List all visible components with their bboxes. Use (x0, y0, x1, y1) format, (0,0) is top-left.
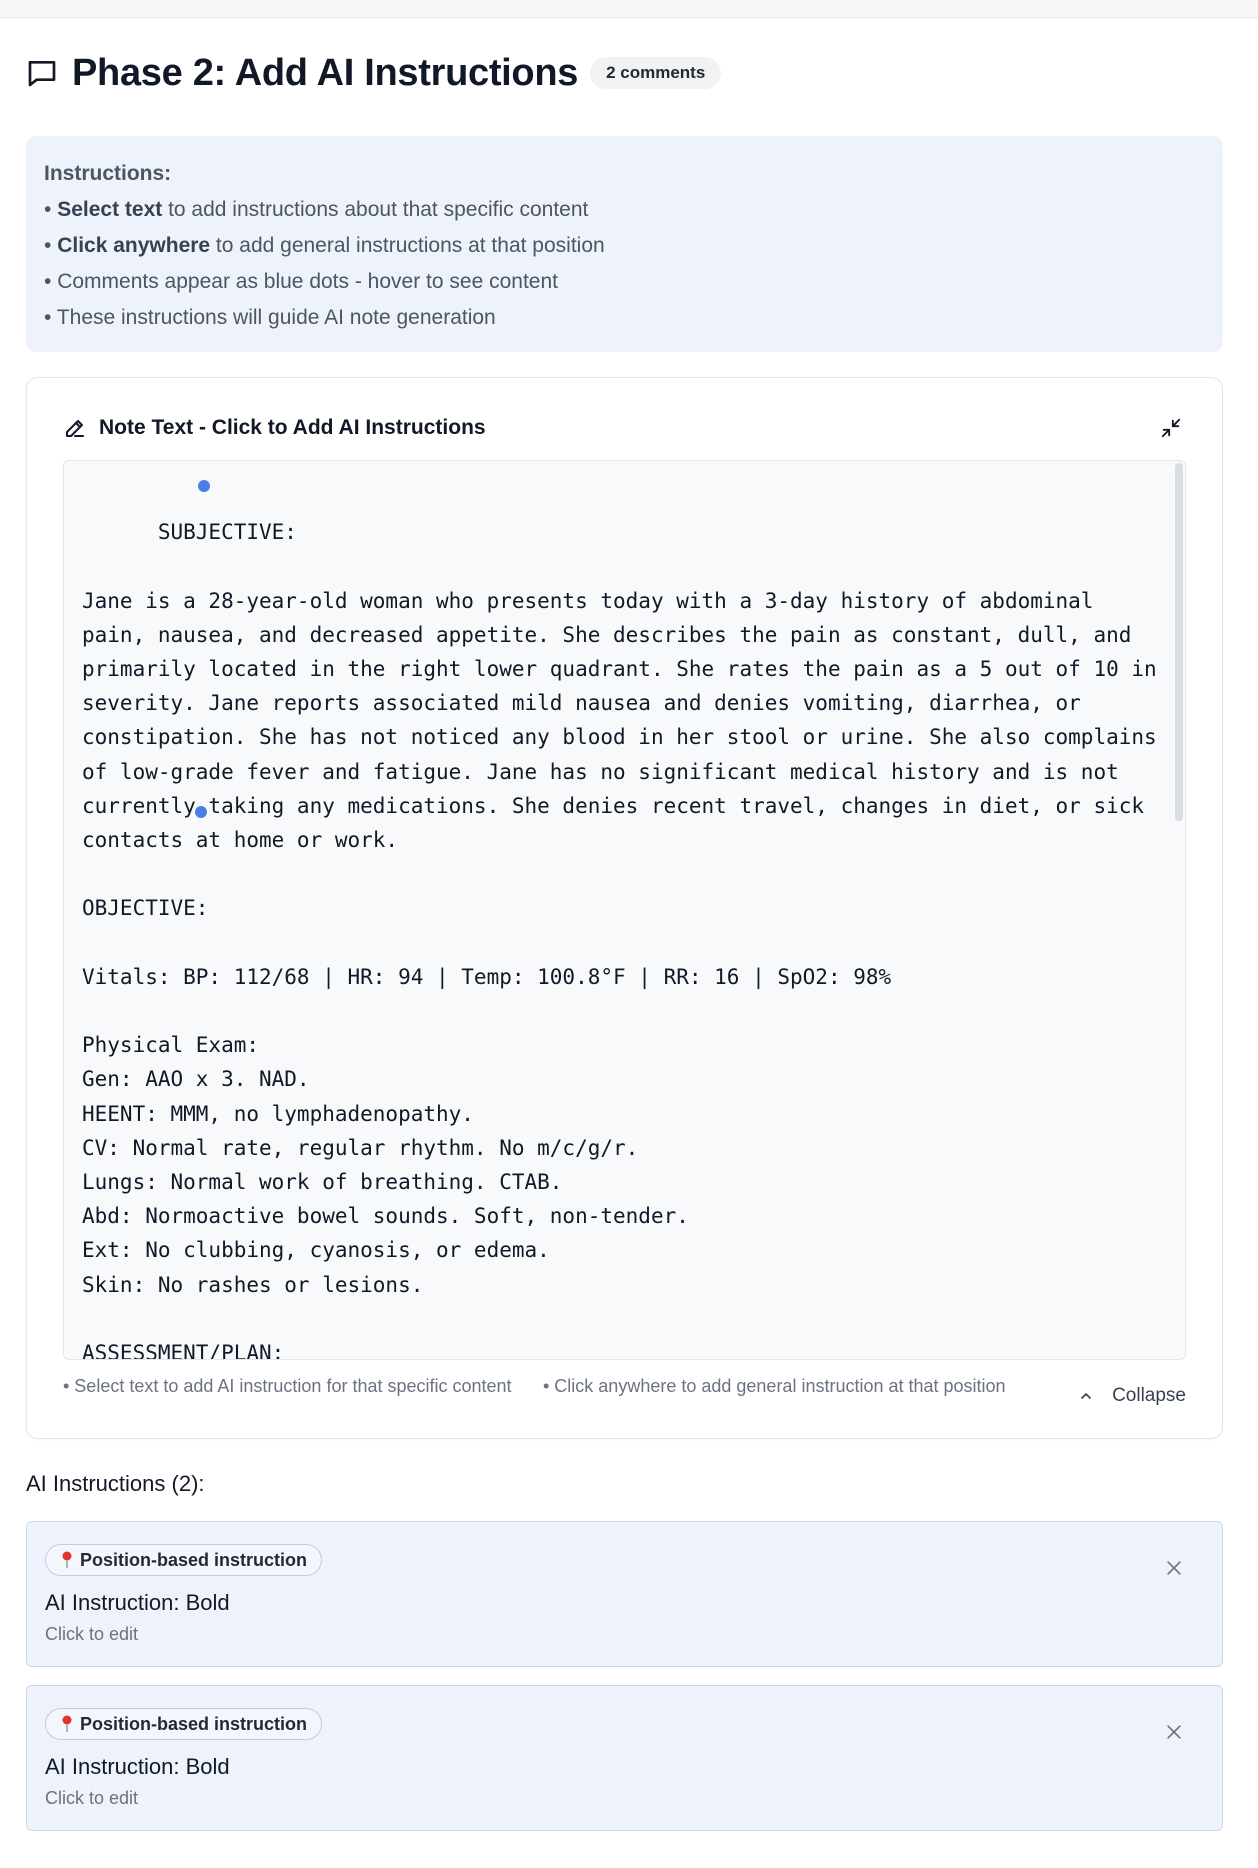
note-card: Note Text - Click to Add AI Instructions… (26, 377, 1223, 1439)
header: Phase 2: Add AI Instructions 2 comments (26, 18, 1223, 128)
minimize-icon (1161, 418, 1181, 438)
position-based-chip: Position-based instruction (45, 1544, 323, 1576)
hint-select-text: • Select text to add AI instruction for … (63, 1376, 512, 1396)
instruction-item: • These instructions will guide AI note … (44, 306, 496, 329)
comment-count-badge: 2 comments (590, 57, 722, 89)
minimize-button[interactable] (1156, 413, 1186, 443)
note-title: Note Text - Click to Add AI Instructions (99, 416, 486, 439)
comment-dot[interactable] (198, 480, 210, 492)
instructions-panel: Instructions: • Select text to add instr… (26, 136, 1223, 352)
collapse-button[interactable]: Collapse (1078, 1384, 1186, 1408)
instruction-item: • Comments appear as blue dots - hover t… (44, 270, 558, 293)
click-to-edit[interactable]: Click to edit (45, 1788, 1204, 1809)
page-title: Phase 2: Add AI Instructions (72, 51, 579, 94)
note-header: Note Text - Click to Add AI Instructions (63, 408, 1186, 448)
pencil-icon (66, 420, 84, 437)
position-based-chip: Position-based instruction (45, 1708, 323, 1740)
hint-click-anywhere: • Click anywhere to add general instruct… (543, 1376, 1006, 1396)
top-strip (0, 0, 1258, 18)
note-text-area[interactable]: SUBJECTIVE: Jane is a 28-year-old woman … (63, 460, 1186, 1360)
close-icon[interactable] (1164, 1722, 1184, 1742)
collapse-label: Collapse (1112, 1385, 1186, 1406)
comment-dot[interactable] (195, 806, 207, 818)
note-text[interactable]: SUBJECTIVE: Jane is a 28-year-old woman … (82, 520, 1169, 1359)
ai-instruction-card[interactable]: Position-based instruction AI Instructio… (26, 1685, 1223, 1831)
instruction-item: • Select text to add instructions about … (44, 198, 589, 221)
ai-instruction-card[interactable]: Position-based instruction AI Instructio… (26, 1521, 1223, 1667)
hint-row: • Select text to add AI instruction for … (63, 1374, 1186, 1408)
instruction-item: • Click anywhere to add general instruct… (44, 234, 605, 257)
ai-instruction-text: AI Instruction: Bold (45, 1590, 230, 1615)
phase-2-panel: Phase 2: Add AI Instructions 2 comments … (26, 18, 1223, 1831)
scrollbar[interactable] (1175, 463, 1183, 821)
ai-instruction-text: AI Instruction: Bold (45, 1754, 230, 1779)
comment-icon (28, 61, 56, 87)
pin-icon (62, 1551, 72, 1568)
click-to-edit[interactable]: Click to edit (45, 1624, 1204, 1645)
ai-instructions-heading: AI Instructions (2): (26, 1471, 205, 1496)
instructions-title: Instructions: (44, 162, 172, 185)
close-icon[interactable] (1164, 1558, 1184, 1578)
chevron-up-icon (1081, 1393, 1091, 1399)
pin-icon (62, 1715, 72, 1732)
